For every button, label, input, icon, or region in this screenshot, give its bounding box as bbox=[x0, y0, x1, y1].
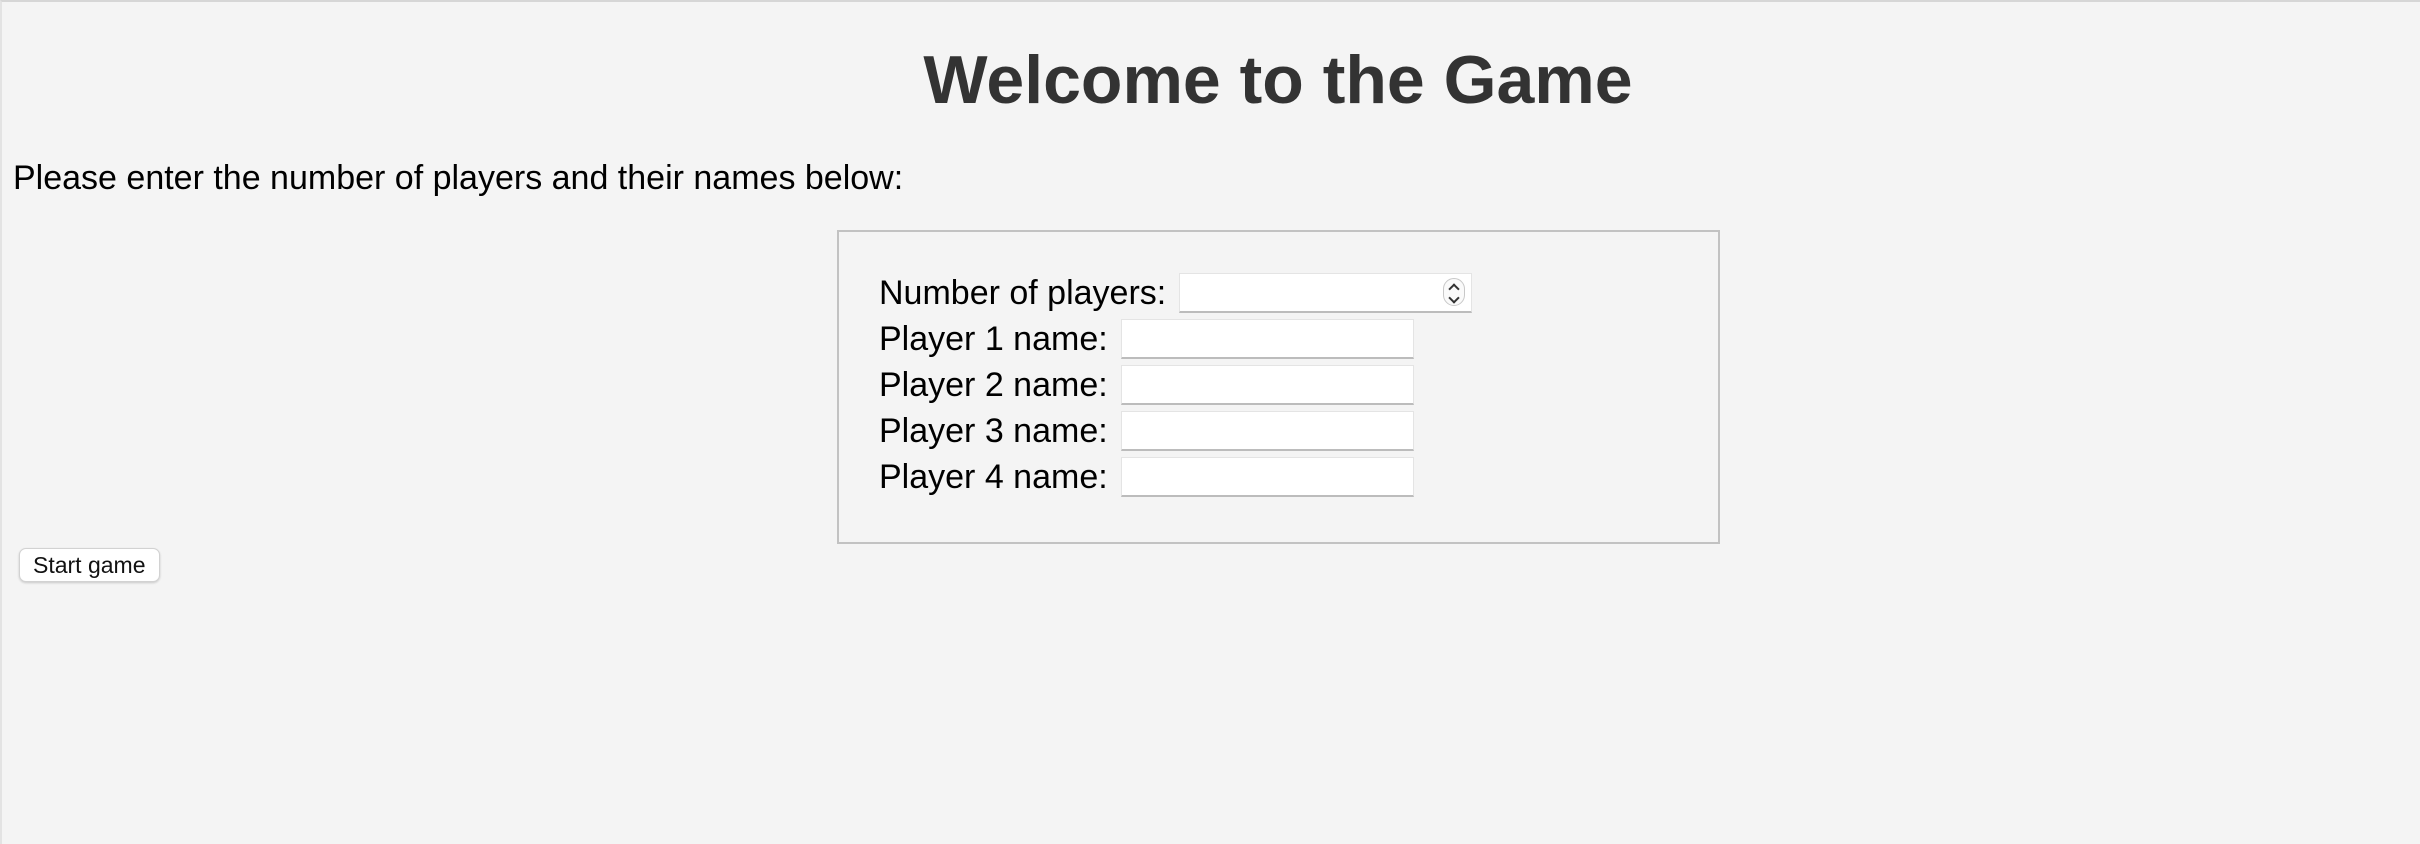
player-3-label: Player 3 name: bbox=[879, 412, 1108, 450]
num-players-input[interactable] bbox=[1180, 274, 1437, 311]
player-4-row: Player 4 name: bbox=[879, 456, 1414, 498]
player-2-row: Player 2 name: bbox=[879, 364, 1414, 406]
num-players-row: Number of players: bbox=[879, 272, 1473, 314]
player-4-label: Player 4 name: bbox=[879, 458, 1108, 496]
chevron-down-icon[interactable] bbox=[1448, 292, 1460, 304]
player-1-row: Player 1 name: bbox=[879, 318, 1414, 360]
player-2-name-input[interactable] bbox=[1120, 365, 1414, 405]
num-players-field[interactable] bbox=[1179, 273, 1473, 313]
player-3-name-input[interactable] bbox=[1120, 411, 1414, 451]
number-stepper[interactable] bbox=[1443, 278, 1466, 306]
player-1-label: Player 1 name: bbox=[879, 320, 1108, 358]
player-3-row: Player 3 name: bbox=[879, 410, 1414, 452]
start-game-button[interactable]: Start game bbox=[19, 548, 160, 582]
player-form: Number of players: Player 1 name: Player… bbox=[837, 230, 1720, 544]
player-1-name-input[interactable] bbox=[1120, 319, 1414, 359]
player-4-name-input[interactable] bbox=[1120, 457, 1414, 497]
instructions-text: Please enter the number of players and t… bbox=[13, 159, 904, 197]
page-title: Welcome to the Game bbox=[923, 42, 1633, 118]
player-2-label: Player 2 name: bbox=[879, 366, 1108, 404]
num-players-label: Number of players: bbox=[879, 274, 1167, 312]
